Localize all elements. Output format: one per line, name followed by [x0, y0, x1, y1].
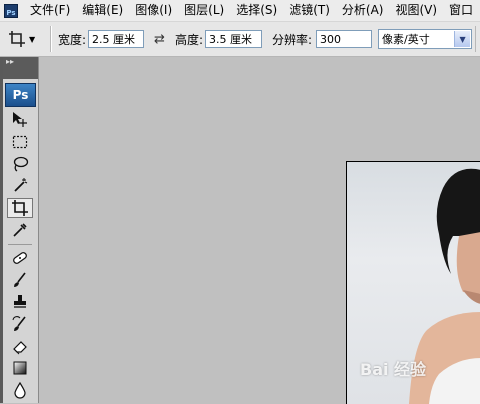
ps-logo[interactable]: Ps [5, 83, 36, 107]
eraser-tool[interactable] [7, 336, 33, 356]
lasso-tool[interactable] [7, 154, 33, 174]
toolbox-collapse-handle[interactable]: ▸▸ [3, 57, 38, 79]
dropdown-arrow-icon: ▼ [454, 31, 471, 47]
tool-preset-picker[interactable]: ▼ [8, 30, 48, 48]
marquee-tool[interactable] [7, 132, 33, 152]
resolution-label: 分辨率: [272, 32, 313, 47]
double-arrow-icon: ▸▸ [6, 57, 15, 66]
brush-tool[interactable] [7, 270, 33, 290]
menu-select[interactable]: 选择(S) [230, 0, 283, 21]
gradient-icon [13, 361, 27, 375]
menu-view[interactable]: 视图(V) [389, 0, 443, 21]
width-field[interactable]: 2.5 厘米 [88, 30, 145, 48]
stamp-icon [14, 295, 26, 308]
options-bar: ▼ 宽度: 2.5 厘米 ⇄ 高度: 3.5 厘米 分辨率: 300 像素/英寸… [0, 22, 480, 57]
magic-wand-tool[interactable] [7, 176, 33, 196]
eyedropper-icon [13, 223, 27, 237]
move-tool[interactable] [7, 109, 33, 129]
menu-edit[interactable]: 编辑(E) [76, 0, 129, 21]
healing-brush-tool[interactable] [7, 248, 33, 268]
watermark: Bai 经验 [360, 360, 427, 379]
chevron-down-icon: ▼ [29, 34, 36, 44]
toolbox: ▸▸ Ps [3, 57, 39, 403]
history-brush-icon [12, 316, 26, 331]
history-brush-tool[interactable] [7, 314, 33, 334]
eraser-icon [13, 341, 27, 355]
toolbox-separator [8, 244, 32, 245]
menu-bar: Ps 文件(F) 编辑(E) 图像(I) 图层(L) 选择(S) 滤镜(T) 分… [0, 0, 480, 22]
resolution-field[interactable]: 300 [316, 30, 373, 48]
bandage-icon [13, 252, 27, 264]
menu-window[interactable]: 窗口 [443, 0, 479, 21]
magic-wand-icon [14, 178, 28, 192]
width-label: 宽度: [58, 32, 87, 47]
menu-layer[interactable]: 图层(L) [178, 0, 230, 21]
crop-icon [12, 200, 28, 216]
brush-icon [14, 272, 26, 287]
resolution-unit-value: 像素/英寸 [382, 33, 430, 46]
clone-stamp-tool[interactable] [7, 292, 33, 312]
crop-tool[interactable] [7, 198, 33, 218]
options-separator-right [475, 26, 476, 52]
blur-tool[interactable] [7, 380, 33, 400]
lasso-icon [13, 156, 29, 172]
slice-tool[interactable] [7, 220, 33, 240]
gradient-tool[interactable] [7, 358, 33, 378]
swap-dimensions-icon[interactable]: ⇄ [154, 32, 165, 47]
menu-filter[interactable]: 滤镜(T) [283, 0, 336, 21]
rectangular-marquee-icon [12, 135, 28, 149]
menu-analysis[interactable]: 分析(A) [336, 0, 390, 21]
water-drop-icon [14, 381, 26, 399]
menu-file[interactable]: 文件(F) [24, 0, 76, 21]
height-label: 高度: [174, 32, 203, 47]
crop-icon [9, 31, 25, 47]
move-icon [13, 112, 27, 127]
resolution-unit-select[interactable]: 像素/英寸 ▼ [378, 29, 473, 49]
options-separator [50, 26, 52, 52]
photoshop-app-icon[interactable]: Ps [4, 3, 18, 18]
height-field[interactable]: 3.5 厘米 [205, 30, 262, 48]
menu-image[interactable]: 图像(I) [129, 0, 178, 21]
